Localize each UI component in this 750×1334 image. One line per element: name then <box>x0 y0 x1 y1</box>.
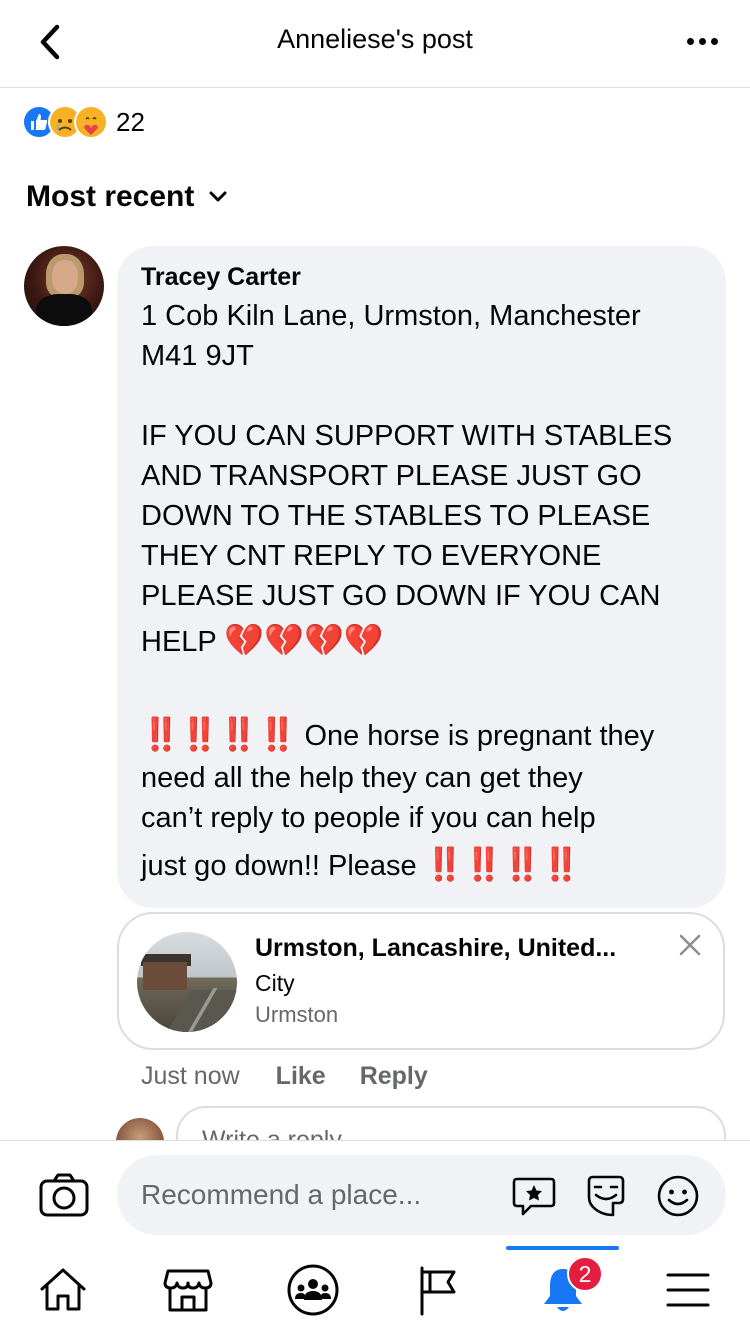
comment-sort-dropdown[interactable]: Most recent <box>26 180 228 214</box>
home-icon <box>40 1268 85 1311</box>
like-button[interactable]: Like <box>276 1062 326 1091</box>
comment-note-line: need all the help they can get they <box>141 762 583 794</box>
comment-note-text: just go down!! Please <box>141 850 417 882</box>
page-title: Anneliese's post <box>277 24 473 54</box>
more-horizontal-icon <box>686 37 694 45</box>
place-photo <box>137 932 237 1032</box>
comment-bubble[interactable]: Tracey Carter 1 Cob Kiln Lane, Urmston, … <box>117 246 726 908</box>
close-icon[interactable] <box>677 932 703 958</box>
gif-sticker-icon[interactable] <box>583 1173 629 1219</box>
bottom-tab-bar: 2 <box>0 1246 750 1334</box>
place-city: Urmston <box>255 1002 339 1027</box>
double-exclamation-emojis: ‼️‼️‼️‼️ <box>424 846 581 882</box>
comment-note-line: can’t reply to people if you can help <box>141 802 596 834</box>
reaction-count: 22 <box>116 106 145 137</box>
comment-message-line: THEY CNT REPLY TO EVERYONE <box>141 540 602 572</box>
more-dot <box>698 37 706 45</box>
menu-icon <box>666 1273 709 1307</box>
camera-icon[interactable] <box>38 1171 90 1219</box>
marketplace-icon <box>163 1269 212 1312</box>
notification-badge: 2 <box>567 1256 603 1292</box>
comment-composer: Recommend a place... <box>0 1140 750 1246</box>
comment-help-word: HELP <box>141 626 217 658</box>
pages-flag-icon <box>420 1266 455 1316</box>
place-recommendation-card[interactable]: Urmston, Lancashire, United... City Urms… <box>117 912 725 1050</box>
smile-icon[interactable] <box>655 1173 701 1219</box>
broken-heart-emojis: 💔💔💔💔 <box>224 622 384 658</box>
tab-pages[interactable] <box>375 1246 500 1334</box>
comment-note-line: ‼️‼️‼️‼️ One horse is pregnant they <box>141 712 702 758</box>
comment-actions: Just now Like Reply <box>141 1062 428 1091</box>
double-exclamation-emojis: ‼️‼️‼️‼️ <box>141 716 297 752</box>
comment-input[interactable]: Recommend a place... <box>117 1155 726 1235</box>
comment-spacer <box>141 668 702 712</box>
reaction-summary[interactable]: 22 <box>22 104 145 140</box>
chevron-down-icon <box>209 191 227 202</box>
tab-menu[interactable] <box>625 1246 750 1334</box>
comment-spacer <box>141 376 702 416</box>
comment-note-text: One horse is pregnant they <box>304 720 655 752</box>
comment-message-line: PLEASE JUST GO DOWN IF YOU CAN <box>141 580 661 612</box>
more-options-button[interactable] <box>682 26 722 56</box>
tab-groups[interactable] <box>250 1246 375 1334</box>
comment-note-line: just go down!! Please ‼️‼️‼️‼️ <box>141 838 702 892</box>
reply-row: Write a reply... <box>0 1106 750 1140</box>
comment-address-line: M41 9JT <box>141 340 254 372</box>
photo-building <box>143 962 187 990</box>
comment-message-line: DOWN TO THE STABLES TO PLEASE <box>141 500 651 532</box>
commenter-avatar[interactable] <box>24 246 104 326</box>
comment-message-line: IF YOU CAN SUPPORT WITH STABLES <box>141 420 673 452</box>
groups-icon <box>287 1264 338 1316</box>
comment-timestamp: Just now <box>141 1062 240 1090</box>
comment-message-line: HELP 💔💔💔💔 <box>141 616 702 668</box>
reply-avatar <box>116 1118 164 1140</box>
care-icon <box>74 105 108 139</box>
reply-button[interactable]: Reply <box>360 1062 428 1091</box>
place-name: Urmston, Lancashire, United... <box>255 934 617 962</box>
avatar-body <box>36 294 92 326</box>
avatar-face <box>52 260 78 294</box>
comment-input-placeholder: Recommend a place... <box>141 1179 422 1210</box>
header-bar: Anneliese's post <box>0 0 750 88</box>
comment-author[interactable]: Tracey Carter <box>141 262 702 292</box>
tab-home[interactable] <box>0 1246 125 1334</box>
comment-message-line: AND TRANSPORT PLEASE JUST GO <box>141 460 642 492</box>
sort-label: Most recent <box>26 180 195 213</box>
comment-address-line: 1 Cob Kiln Lane, Urmston, Manchester <box>141 300 641 332</box>
more-dot <box>710 37 718 45</box>
tab-marketplace[interactable] <box>125 1246 250 1334</box>
reply-input[interactable]: Write a reply... <box>176 1106 726 1140</box>
place-type: City <box>255 970 295 996</box>
tab-notifications[interactable] <box>500 1246 625 1334</box>
star-bubble-icon[interactable] <box>511 1173 557 1219</box>
